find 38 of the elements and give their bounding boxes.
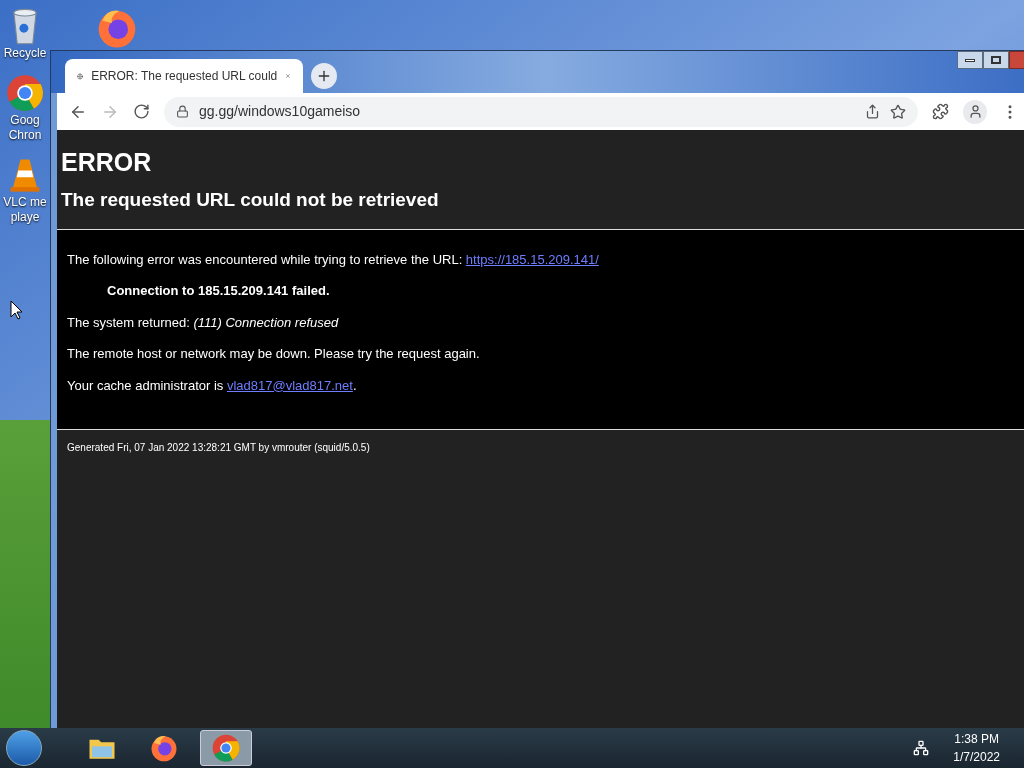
address-bar[interactable]: gg.gg/windows10gameiso <box>164 96 918 127</box>
admin-line: Your cache administrator is vlad817@vlad817.net. <box>67 376 358 395</box>
firefox-icon <box>149 733 179 763</box>
start-button[interactable] <box>6 730 42 766</box>
minimize-button[interactable] <box>957 51 983 69</box>
maximize-button[interactable] <box>983 51 1009 69</box>
icon-label: Recycle <box>3 46 47 61</box>
url-text: gg.gg/windows10gameiso <box>199 102 361 121</box>
extensions-icon[interactable] <box>932 103 949 120</box>
clock-date: 1/7/2022 <box>953 749 1000 766</box>
remote-host-message: The remote host or network may be down. Please try the request again. <box>67 345 481 363</box>
browser-tab[interactable]: ERROR: The requested URL could <box>65 59 303 93</box>
network-icon <box>913 740 930 756</box>
bookmark-star-icon[interactable] <box>890 103 906 120</box>
footer-text: Generated Fri, 07 Jan 2022 13:28:21 GMT by vmrouter (squid/5.0.5) <box>66 441 371 455</box>
lock-icon <box>176 105 189 118</box>
clock-time: 1:38 PM <box>954 731 999 748</box>
chrome-icon <box>5 73 45 113</box>
error-heading: ERROR <box>61 147 153 178</box>
share-icon[interactable] <box>865 104 880 119</box>
plus-icon <box>316 68 332 84</box>
error-intro: The following error was encountered while trying to retrieve the URL: https://185.15.209.141/ <box>67 250 600 269</box>
icon-label: playe <box>10 210 40 225</box>
system-returned: The system returned: (111) Connection refused <box>67 313 340 332</box>
mouse-cursor-icon <box>10 300 24 320</box>
email-link[interactable]: vlad817@vlad817.net <box>226 377 353 393</box>
failure-message: Connection to 185.15.209.141 failed. <box>107 282 331 300</box>
profile-button[interactable] <box>963 99 987 124</box>
chrome-icon <box>211 733 241 763</box>
icon-label: Chron <box>8 128 42 143</box>
icon-label: Goog <box>10 113 40 128</box>
new-tab-button[interactable] <box>311 63 337 89</box>
tab-title: ERROR: The requested URL could <box>91 68 278 85</box>
url-link[interactable]: https://185.15.209.141/ <box>465 251 599 267</box>
person-icon <box>967 104 983 119</box>
icon-label: VLC me <box>3 195 47 210</box>
error-subheading: The requested URL could not be retrieved <box>61 188 440 212</box>
reload-icon[interactable] <box>133 103 150 120</box>
